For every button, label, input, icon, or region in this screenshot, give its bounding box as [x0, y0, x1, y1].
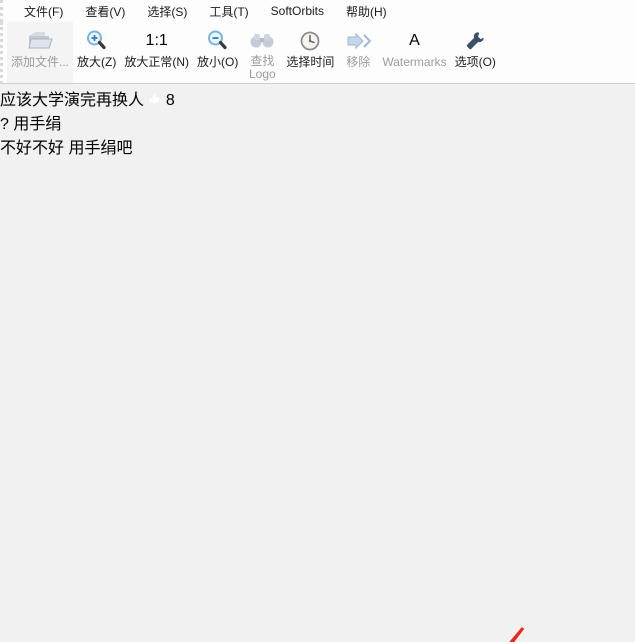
options-button[interactable]: 选项(O) [451, 22, 500, 83]
zoom-normal-label: 放大正常(N) [124, 56, 189, 69]
menu-file[interactable]: 文件(F) [13, 0, 74, 23]
select-time-label: 选择时间 [286, 56, 334, 69]
menu-help[interactable]: 帮助(H) [335, 0, 398, 23]
watermarks-label: Watermarks [382, 56, 446, 69]
zoom-in-button[interactable]: 放大(Z) [73, 22, 120, 83]
binoculars-icon [249, 26, 275, 55]
zoom-in-label: 放大(Z) [77, 56, 116, 69]
remove-label: 移除 [346, 56, 370, 69]
one-to-one-icon: 1:1 [146, 26, 168, 56]
red-arrow-annotation [0, 158, 635, 642]
watermark-selection-box[interactable]: ? 用手绢 不好不好 用手绢吧 [0, 110, 635, 158]
overlay-text-line1: 用手绢 [13, 116, 61, 133]
menu-select[interactable]: 选择(S) [136, 0, 198, 23]
zoom-out-label: 放小(O) [197, 56, 238, 69]
forward-arrow-icon [345, 26, 371, 56]
menu-tools[interactable]: 工具(T) [198, 0, 259, 23]
menu-softorbits[interactable]: SoftOrbits [260, 1, 335, 21]
zoom-out-icon [206, 26, 230, 56]
clock-icon [298, 26, 322, 56]
danmaku-text: 应该大学演完再换人 [0, 92, 144, 109]
zoom-in-icon [85, 26, 109, 56]
wrench-icon [463, 26, 487, 56]
selection-overlay-text: ? 用手绢 [0, 110, 635, 134]
overlay-text-line2: 不好不好 用手绢吧 [0, 134, 635, 158]
zoom-normal-button[interactable]: 1:1 放大正常(N) [120, 22, 193, 83]
menu-view[interactable]: 查看(V) [74, 0, 136, 23]
thumbs-up-icon [148, 92, 161, 105]
find-logo-label-line2: Logo [249, 68, 276, 81]
remove-button[interactable]: 移除 [338, 22, 378, 83]
danmaku-like-count: 8 [166, 92, 175, 109]
add-files-label: 添加文件... [11, 56, 69, 69]
folder-icon [27, 26, 53, 56]
find-logo-button[interactable]: 查找 Logo [242, 22, 282, 83]
danmaku-comment: 应该大学演完再换人 8 [0, 86, 635, 110]
menu-bar: 文件(F) 查看(V) 选择(S) 工具(T) SoftOrbits 帮助(H) [0, 0, 635, 22]
toolbar: 添加文件... 放大(Z) 1:1 放大正常(N) [0, 22, 635, 84]
watermarks-button[interactable]: A Watermarks [378, 22, 450, 83]
add-files-button[interactable]: 添加文件... [7, 22, 73, 83]
circled-question-icon: ? [0, 116, 9, 133]
app-window: 文件(F) 查看(V) 选择(S) 工具(T) SoftOrbits 帮助(H)… [0, 0, 635, 642]
letter-a-icon: A [409, 32, 420, 50]
zoom-out-button[interactable]: 放小(O) [193, 22, 242, 83]
select-time-button[interactable]: 选择时间 [282, 22, 338, 83]
options-label: 选项(O) [455, 56, 496, 69]
